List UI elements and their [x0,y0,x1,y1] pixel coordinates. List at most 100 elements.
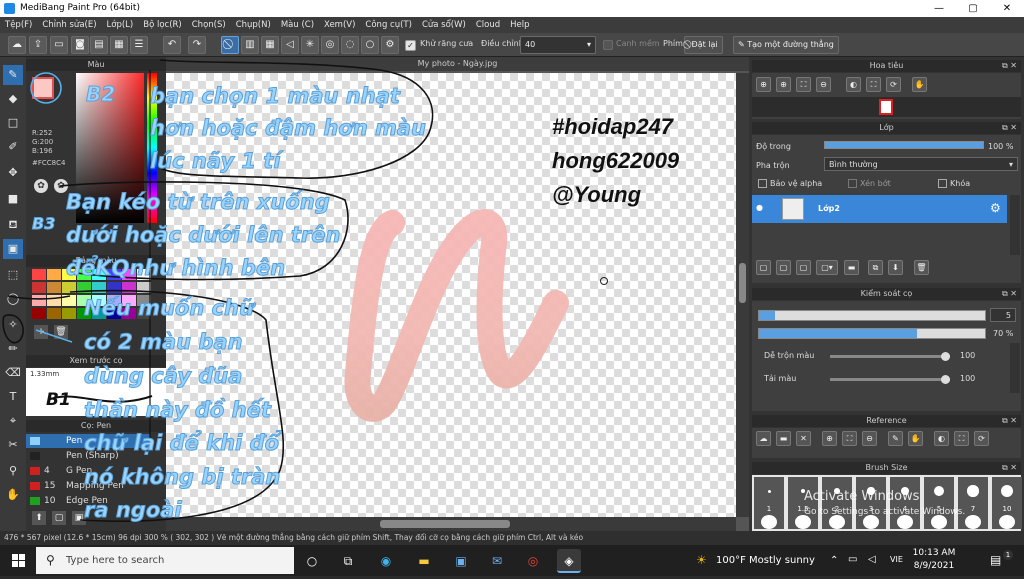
chat-icon[interactable]: ◙ [71,36,89,54]
curve-snap-icon[interactable]: ◌ [341,36,359,54]
brush-size-cell[interactable]: 10 [992,477,1022,529]
foreground-color-swatch[interactable] [32,77,54,99]
taskbar-search-input[interactable]: ⚲ Type here to search [36,547,294,574]
blend-color-knob[interactable] [941,352,950,361]
menu-capture[interactable]: Chụp(N) [231,20,276,30]
ref-fullscreen-icon[interactable]: ⛶ [954,431,969,446]
operation-tool-icon[interactable]: ⌖ [3,411,23,431]
vertical-scrollbar[interactable] [736,73,749,517]
close-ref-icon[interactable]: ✕ [796,431,811,446]
layer-row[interactable]: ● Lớp2 ⚙ [752,195,1007,223]
move-tool-icon[interactable]: ✥ [3,163,23,183]
notification-icon[interactable]: ▤ [990,553,1001,567]
menu-color[interactable]: Màu (C) [276,20,319,30]
palette-swatch[interactable] [47,282,61,293]
list-icon[interactable]: ☰ [130,36,148,54]
gear-icon[interactable]: ⚙ [990,201,1001,215]
brush-opacity-bar[interactable] [758,328,986,339]
select-rect-icon[interactable]: ⬚ [3,265,23,285]
flip-icon[interactable]: ◐ [846,77,861,92]
clock-date[interactable]: 8/9/2021 [912,561,956,571]
add-swatch-icon[interactable]: + [34,325,48,339]
hand-tool-icon[interactable]: ✋ [3,485,23,505]
concentric-snap-icon[interactable]: ◎ [321,36,339,54]
windows-start-icon[interactable] [0,545,36,576]
palette-swatch[interactable] [32,308,46,319]
palette-swatch[interactable] [47,308,61,319]
palette-swatch[interactable] [62,282,76,293]
minimize-button[interactable]: — [922,0,956,17]
rectangle-tool-icon[interactable]: □ [3,113,23,133]
eye-icon[interactable]: ● [756,203,763,212]
redo-icon[interactable]: ↷ [188,36,206,54]
menu-file[interactable]: Tệp(F) [0,20,37,30]
document-icon[interactable]: ▤ [90,36,108,54]
maximize-button[interactable]: ▢ [956,0,990,17]
cloud-upload-icon[interactable]: ☁ [756,431,771,446]
palette-icon[interactable]: ✿ [34,179,48,193]
layer-opacity-bar[interactable] [824,141,984,149]
menu-edit[interactable]: Chỉnh sửa(E) [37,20,101,30]
eyedropper-tool-icon[interactable]: ⚲ [3,461,23,481]
menu-tools[interactable]: Công cụ(T) [360,20,417,30]
palette-swatch[interactable] [47,295,61,306]
no-snap-icon[interactable]: ⃠ [221,36,239,54]
brush-copy-icon[interactable]: ▢ [52,511,66,525]
brush-size-input[interactable]: 5 [990,308,1016,322]
layer-type-dropdown-icon[interactable]: ▢▾ [816,260,838,275]
ref-zoom-out-icon[interactable]: ⊖ [862,431,877,446]
menu-view[interactable]: Xem(V) [319,20,360,30]
copy-layer-icon[interactable]: ▢ [796,260,811,275]
mail-icon[interactable]: ✉ [485,549,509,573]
palette-swatch[interactable] [62,295,76,306]
clip-checkbox[interactable] [848,179,857,188]
palette-swatch[interactable] [92,282,106,293]
zoom-out-icon[interactable]: ⊖ [816,77,831,92]
navigator-preview[interactable] [752,97,1021,117]
menu-window[interactable]: Cửa sổ(W) [417,20,471,30]
palette-swatch[interactable] [122,282,136,293]
radial-snap-icon[interactable]: ✳ [301,36,319,54]
volume-icon[interactable]: ◁ [868,554,876,565]
grid-icon[interactable]: ▦ [110,36,128,54]
ref-flip-icon[interactable]: ◐ [934,431,949,446]
vanishing-snap-icon[interactable]: ◁ [281,36,299,54]
paint-color-knob[interactable] [941,375,950,384]
store-icon[interactable]: ▣ [449,549,473,573]
layer-scrollbar[interactable] [1010,195,1020,255]
clock-time[interactable]: 10:13 AM [912,548,956,558]
menu-cloud[interactable]: Cloud [471,20,505,30]
pin-icon[interactable]: ⧉ ✕ [1002,462,1017,474]
blend-dropdown[interactable]: Bình thường ▾ [824,157,1018,171]
medibang-taskbar-icon[interactable]: ◈ [557,549,581,573]
palette-swatch[interactable] [32,282,46,293]
chrome-icon[interactable]: ◎ [521,549,545,573]
tray-chevron-icon[interactable]: ⌃ [830,555,838,566]
rotate-icon[interactable]: ⟳ [886,77,901,92]
snap-settings-icon[interactable]: ⚙ [381,36,399,54]
divide-tool-icon[interactable]: ✂ [3,435,23,455]
pin-icon[interactable]: ⧉ ✕ [1002,60,1017,72]
weather-text[interactable]: 100°F Mostly sunny [716,555,815,566]
straight-line-button[interactable]: ✎ Tạo một đường thẳng [733,36,839,54]
vscroll-thumb[interactable] [739,263,746,303]
palette-swatch[interactable] [32,269,46,280]
task-view-icon[interactable]: ⧉ [336,549,360,573]
cross-snap-icon[interactable]: ▦ [261,36,279,54]
hand-icon[interactable]: ✋ [912,77,927,92]
file-explorer-icon[interactable]: ▬ [412,549,436,573]
zoom-in-icon[interactable]: ⊕ [756,77,771,92]
palette-swatch[interactable] [107,282,121,293]
edge-icon[interactable]: ◉ [374,549,398,573]
zoom-in-alt-icon[interactable]: ⊕ [776,77,791,92]
new-layer-alt-icon[interactable]: ▢ [776,260,791,275]
palette-swatch[interactable] [47,269,61,280]
ref-rotate-icon[interactable]: ⟳ [974,431,989,446]
open-folder-icon[interactable]: ▬ [776,431,791,446]
cortana-icon[interactable]: ○ [300,549,324,573]
pin-icon[interactable]: ⧉ ✕ [1002,122,1017,134]
dot-tool-icon[interactable]: ✐ [3,137,23,157]
text-tool-icon[interactable]: T [3,387,23,407]
trash-icon[interactable]: 🗑 [54,325,68,339]
reset-button[interactable]: ⃠ Đặt lại [684,36,723,54]
